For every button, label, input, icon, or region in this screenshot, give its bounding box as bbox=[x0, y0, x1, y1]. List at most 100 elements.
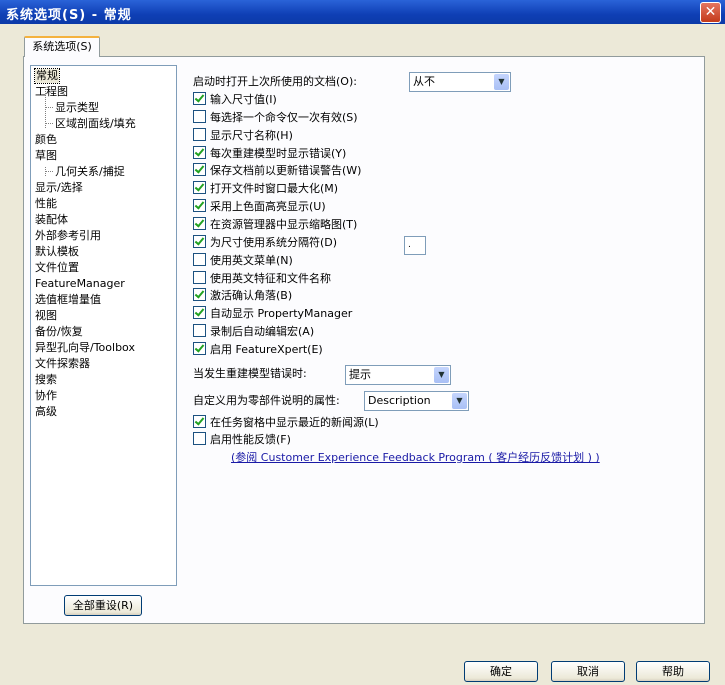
option-row[interactable]: 每次重建模型时显示错误(Y) bbox=[193, 145, 347, 162]
checkbox[interactable] bbox=[193, 163, 206, 177]
checkbox[interactable] bbox=[193, 109, 206, 123]
option-row[interactable]: 打开文件时窗口最大化(M) bbox=[193, 181, 338, 197]
tree-item-advanced[interactable]: 高级 bbox=[35, 405, 57, 419]
checkbox-label: 使用英文菜单(N) bbox=[210, 253, 293, 267]
checkbox[interactable] bbox=[193, 432, 206, 445]
option-row[interactable]: 采用上色面高亮显示(U) bbox=[193, 199, 326, 215]
checkbox[interactable] bbox=[193, 415, 206, 428]
checkbox-label: 在资源管理器中显示缩略图(T) bbox=[210, 217, 358, 231]
option-row[interactable]: 激活确认角落(B) bbox=[193, 288, 292, 304]
feedback-program-link[interactable]: (参阅 Customer Experience Feedback Program… bbox=[231, 450, 600, 466]
open-docs-value: 从不 bbox=[413, 75, 435, 88]
tree-item-view[interactable]: 视图 bbox=[35, 309, 57, 323]
tree-connector bbox=[45, 107, 53, 108]
tree-item-file-locations[interactable]: 文件位置 bbox=[35, 261, 79, 275]
ok-button[interactable]: 确定 bbox=[464, 661, 538, 682]
checkbox[interactable] bbox=[193, 145, 206, 159]
option-row[interactable]: 每选择一个命令仅一次有效(S) bbox=[193, 109, 358, 126]
tree-item-display-selection[interactable]: 显示/选择 bbox=[35, 181, 83, 195]
tree-item-collaboration[interactable]: 协作 bbox=[35, 389, 57, 403]
category-tree[interactable]: 常规 工程图显示类型区域剖面线/填充颜色草图几何关系/捕捉显示/选择性能装配体外部… bbox=[30, 65, 177, 586]
rebuild-error-select[interactable]: 提示 ▼ bbox=[345, 365, 451, 385]
option-row[interactable]: 自动显示 PropertyManager bbox=[193, 306, 352, 322]
panel-edge bbox=[705, 56, 725, 624]
window-title: 系统选项(S) - 常规 bbox=[6, 8, 132, 23]
tree-item-assemblies[interactable]: 装配体 bbox=[35, 213, 68, 227]
tree-connector bbox=[45, 123, 53, 124]
checkbox[interactable] bbox=[193, 127, 206, 141]
option-row[interactable]: 使用英文菜单(N) bbox=[193, 252, 293, 269]
tree-item-search[interactable]: 搜索 bbox=[35, 373, 57, 387]
checkbox[interactable] bbox=[193, 216, 206, 230]
option-row[interactable]: 在任务窗格中显示最近的新闻源(L) bbox=[193, 415, 379, 431]
checkbox-label: 激活确认角落(B) bbox=[210, 289, 293, 303]
tree-item-colors[interactable]: 颜色 bbox=[35, 133, 57, 147]
open-docs-select[interactable]: 从不 ▼ bbox=[409, 72, 511, 92]
tree-connector bbox=[45, 171, 53, 172]
checkbox-label: 启用性能反馈(F) bbox=[210, 433, 291, 446]
title-bar: 系统选项(S) - 常规 ✕ bbox=[0, 0, 725, 24]
option-row[interactable]: 在资源管理器中显示缩略图(T) bbox=[193, 216, 358, 233]
tree-item-area-hatch[interactable]: 区域剖面线/填充 bbox=[55, 117, 136, 131]
tree-item-file-explorer[interactable]: 文件探索器 bbox=[35, 357, 90, 371]
checkbox-label: 使用英文特征和文件名称 bbox=[210, 271, 331, 285]
option-row[interactable]: 显示尺寸名称(H) bbox=[193, 127, 293, 144]
tree-item-backup-recover[interactable]: 备份/恢复 bbox=[35, 325, 83, 339]
open-docs-label: 启动时打开上次所使用的文档(O): bbox=[193, 75, 357, 88]
option-row[interactable]: 启用 FeatureXpert(E) bbox=[193, 341, 323, 358]
option-row[interactable]: 输入尺寸值(I) bbox=[193, 92, 277, 108]
reset-all-button[interactable]: 全部重设(R) bbox=[64, 595, 142, 616]
tree-item-default-templates[interactable]: 默认模板 bbox=[35, 245, 79, 259]
close-icon[interactable]: ✕ bbox=[700, 2, 721, 23]
checkbox-label: 每次重建模型时显示错误(Y) bbox=[210, 146, 347, 160]
chevron-down-icon: ▼ bbox=[494, 74, 509, 90]
checkbox-label: 每选择一个命令仅一次有效(S) bbox=[210, 110, 358, 124]
tree-item-relations-snaps[interactable]: 几何关系/捕捉 bbox=[55, 165, 125, 179]
rebuild-error-value: 提示 bbox=[349, 368, 371, 381]
checkbox-label: 显示尺寸名称(H) bbox=[210, 128, 293, 142]
chevron-down-icon: ▼ bbox=[452, 393, 467, 409]
checkbox-label: 输入尺寸值(I) bbox=[210, 93, 277, 106]
tree-item-sketch[interactable]: 草图 bbox=[35, 149, 57, 163]
checkbox-label: 为尺寸使用系统分隔符(D) bbox=[210, 235, 338, 249]
description-prop-label: 自定义用为零部件说明的属性: bbox=[193, 394, 340, 407]
checkbox[interactable] bbox=[193, 181, 206, 195]
checkbox-label: 采用上色面高亮显示(U) bbox=[210, 200, 326, 214]
option-row[interactable]: 启用性能反馈(F) bbox=[193, 432, 291, 448]
help-button[interactable]: 帮助 bbox=[636, 661, 710, 682]
option-row[interactable]: 保存文档前以更新错误警告(W) bbox=[193, 163, 361, 179]
checkbox[interactable] bbox=[193, 324, 206, 338]
checkbox[interactable] bbox=[193, 199, 206, 213]
option-row[interactable]: 录制后自动编辑宏(A) bbox=[193, 324, 314, 340]
tree-item-display-type[interactable]: 显示类型 bbox=[55, 101, 99, 115]
checkbox-label: 保存文档前以更新错误警告(W) bbox=[210, 164, 362, 178]
checkbox-label: 自动显示 PropertyManager bbox=[210, 307, 353, 321]
tree-item-spin-box-increments[interactable]: 选值框增量值 bbox=[35, 293, 101, 307]
tree-item-performance[interactable]: 性能 bbox=[35, 197, 57, 211]
tree-item-general[interactable]: 常规 bbox=[34, 68, 60, 84]
chevron-down-icon: ▼ bbox=[434, 367, 449, 383]
tab-system-options[interactable]: 系统选项(S) bbox=[24, 36, 100, 57]
checkbox[interactable] bbox=[193, 341, 206, 355]
checkbox[interactable] bbox=[193, 288, 206, 302]
option-row[interactable]: 使用英文特征和文件名称 bbox=[193, 270, 331, 287]
tree-item-drawings[interactable]: 工程图 bbox=[35, 85, 68, 99]
rebuild-error-label: 当发生重建模型错误时: bbox=[193, 367, 307, 380]
checkbox[interactable] bbox=[193, 270, 206, 284]
checkbox[interactable] bbox=[193, 234, 206, 248]
description-prop-select[interactable]: Description ▼ bbox=[364, 391, 469, 411]
tree-item-featuremanager[interactable]: FeatureManager bbox=[35, 277, 125, 291]
tree-item-external-references[interactable]: 外部参考引用 bbox=[35, 229, 101, 243]
checkbox-label: 录制后自动编辑宏(A) bbox=[210, 325, 315, 339]
option-row[interactable]: 为尺寸使用系统分隔符(D) bbox=[193, 234, 338, 251]
checkbox-label: 启用 FeatureXpert(E) bbox=[210, 342, 323, 356]
checkbox-label: 在任务窗格中显示最近的新闻源(L) bbox=[210, 416, 379, 429]
tree-item-hole-wizard-toolbox[interactable]: 异型孔向导/Toolbox bbox=[35, 341, 135, 355]
cancel-button[interactable]: 取消 bbox=[551, 661, 625, 682]
checkbox[interactable] bbox=[193, 92, 206, 105]
checkbox[interactable] bbox=[193, 306, 206, 320]
separator-input[interactable]: . bbox=[404, 236, 426, 255]
checkbox-label: 打开文件时窗口最大化(M) bbox=[210, 182, 339, 196]
checkbox[interactable] bbox=[193, 252, 206, 266]
description-prop-value: Description bbox=[368, 394, 431, 407]
